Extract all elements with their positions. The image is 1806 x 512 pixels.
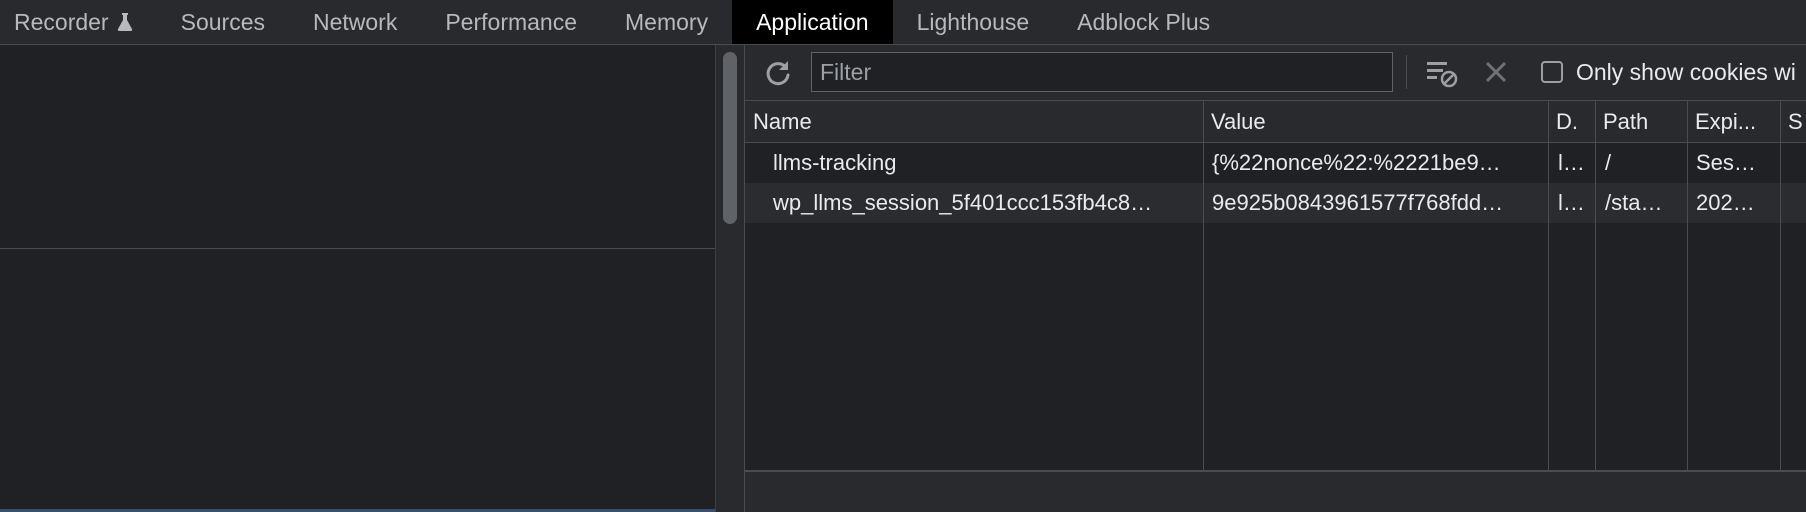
cookies-pane: Only show cookies wi Name Value D. Path …	[745, 45, 1806, 512]
tab-label: Application	[756, 8, 869, 35]
tab-label: Adblock Plus	[1077, 8, 1211, 35]
only-show-cookies-label: Only show cookies wi	[1576, 59, 1796, 85]
column-header-expires[interactable]: Expi...	[1687, 101, 1780, 143]
tab-adblock-plus[interactable]: Adblock Plus	[1053, 0, 1234, 44]
tab-lighthouse[interactable]: Lighthouse	[893, 0, 1054, 44]
cookies-toolbar: Only show cookies wi	[745, 45, 1806, 101]
cookie-domain: l…	[1558, 150, 1585, 175]
pane-divider[interactable]	[0, 248, 715, 249]
tab-label: Network	[312, 8, 398, 35]
cookie-domain: l…	[1558, 190, 1585, 215]
table-row[interactable]: wp_llms_session_5f401ccc153fb4c8… 9e925b…	[745, 183, 1806, 223]
tab-memory[interactable]: Memory	[601, 0, 732, 44]
column-divider[interactable]	[1780, 101, 1781, 470]
tab-recorder[interactable]: Recorder	[0, 0, 157, 44]
cookie-value: 9e925b0843961577f768fdd…	[1212, 190, 1504, 215]
tab-application[interactable]: Application	[732, 0, 893, 44]
devtools-window: Recorder Sources Network Performance Mem…	[0, 0, 1806, 512]
tab-label: Performance	[445, 8, 578, 35]
cookie-name: wp_llms_session_5f401ccc153fb4c8…	[773, 190, 1153, 215]
column-header-value[interactable]: Value	[1203, 101, 1548, 143]
tab-label: Sources	[180, 8, 265, 35]
cookie-value: {%22nonce%22:%2221be9…	[1212, 150, 1501, 175]
cookies-table: Name Value D. Path Expi... S llms-tracki…	[745, 101, 1806, 512]
tab-network[interactable]: Network	[289, 0, 421, 44]
cookie-expires: 202…	[1696, 190, 1755, 215]
close-icon[interactable]	[1483, 59, 1509, 85]
tab-performance[interactable]: Performance	[421, 0, 601, 44]
cookie-path: /	[1605, 150, 1612, 175]
column-header-name[interactable]: Name	[745, 101, 1203, 143]
tab-label: Lighthouse	[916, 8, 1030, 35]
scrollbar-thumb[interactable]	[723, 52, 737, 224]
refresh-icon[interactable]	[763, 58, 793, 88]
column-divider[interactable]	[1687, 101, 1688, 470]
devtools-tab-bar: Recorder Sources Network Performance Mem…	[0, 0, 1806, 45]
column-divider[interactable]	[1203, 101, 1204, 470]
clear-filtered-cookies-icon[interactable]	[1425, 57, 1459, 89]
cookie-expires: Ses…	[1696, 150, 1756, 175]
cookie-name: llms-tracking	[773, 150, 897, 175]
cookie-preview-panel	[745, 470, 1806, 512]
tab-sources[interactable]: Sources	[157, 0, 289, 44]
storage-sidebar-pane	[0, 45, 715, 512]
column-divider[interactable]	[1595, 101, 1596, 470]
toolbar-separator	[1406, 55, 1407, 89]
column-header-domain[interactable]: D.	[1548, 101, 1595, 143]
column-header-size[interactable]: S	[1780, 101, 1806, 143]
tab-label: Memory	[625, 8, 709, 35]
table-row[interactable]: llms-tracking {%22nonce%22:%2221be9… l… …	[745, 143, 1806, 183]
only-show-issues-checkbox[interactable]	[1541, 61, 1563, 83]
table-header: Name Value D. Path Expi... S	[745, 101, 1806, 143]
flask-icon	[117, 13, 132, 31]
column-header-path[interactable]: Path	[1595, 101, 1687, 143]
cookie-path: /sta…	[1605, 190, 1663, 215]
filter-input[interactable]	[811, 52, 1393, 92]
vertical-scrollbar[interactable]	[715, 45, 745, 512]
column-divider[interactable]	[1548, 101, 1549, 470]
tab-label: Recorder	[14, 8, 109, 35]
